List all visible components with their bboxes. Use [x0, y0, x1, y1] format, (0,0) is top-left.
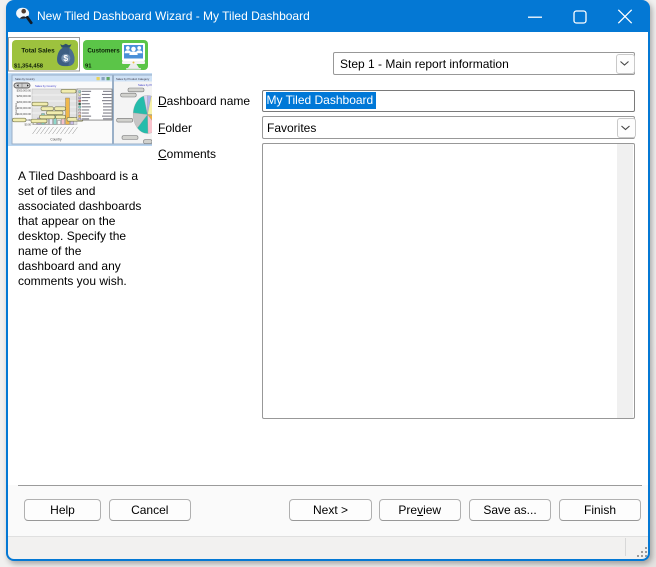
svg-text:Total Price: Total Price: [14, 102, 18, 115]
svg-text:$200,000.00: $200,000.00: [17, 100, 32, 104]
svg-text:Sales by Country: Sales by Country: [35, 84, 57, 88]
svg-text:$0.00: $0.00: [25, 123, 32, 127]
svg-text:Sales by Product Category: Sales by Product Category: [116, 77, 150, 81]
svg-text:$250,000.00: $250,000.00: [17, 94, 32, 98]
svg-text:$150,000.00: $150,000.00: [17, 106, 32, 110]
svg-text:$: $: [63, 53, 68, 63]
svg-text:$300,000.00: $300,000.00: [17, 89, 32, 93]
svg-text:$1,354,458: $1,354,458: [14, 64, 44, 70]
svg-text:Country: Country: [50, 138, 62, 142]
svg-text:$100,000.00: $100,000.00: [17, 112, 32, 116]
svg-text:Sales by Produ: Sales by Produ: [138, 83, 152, 87]
svg-text:Customers: Customers: [87, 48, 120, 55]
svg-text:Total Sales: Total Sales: [21, 48, 55, 55]
svg-text:Sales by Country: Sales by Country: [15, 77, 35, 81]
svg-text:91: 91: [85, 64, 92, 70]
